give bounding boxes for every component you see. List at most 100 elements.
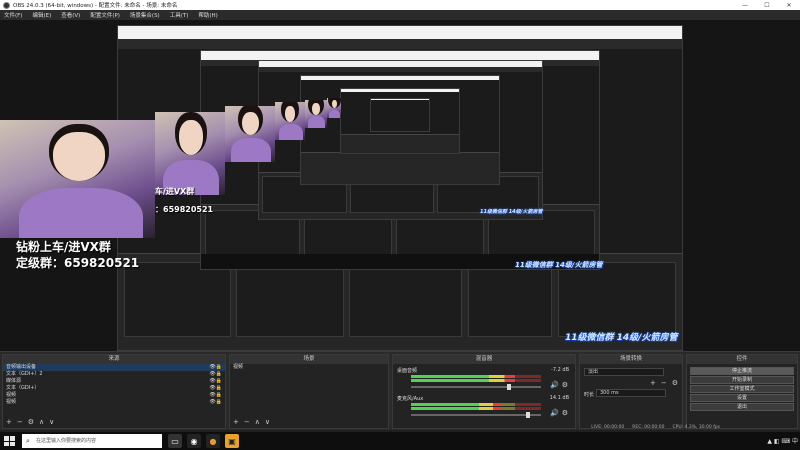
transitions-dock: 场景转换 淡出 + − ⚙ 时长 300 ms bbox=[579, 354, 683, 429]
mixer-channel-mic: 麦克风/Aux 14.1 dB 🔊 ⚙ bbox=[397, 395, 571, 423]
menu-scene-collection[interactable]: 场景集合(S) bbox=[130, 11, 160, 19]
overlay-text-line2: 定级群：659820521 bbox=[16, 256, 140, 270]
overlay-text-small1: 车/进VX群 bbox=[155, 187, 195, 196]
scenes-toolbar: + − ∧ ∨ bbox=[233, 418, 270, 426]
speaker-icon[interactable]: 🔊 bbox=[550, 409, 559, 417]
controls-dock: 控件 停止推流 开始录制 工作室模式 设置 退出 bbox=[686, 354, 798, 429]
speaker-icon[interactable]: 🔊 bbox=[550, 381, 559, 389]
status-items: LIVE: 00:00:00 REC: 00:00:00 CPU: 4.3%, … bbox=[591, 425, 720, 430]
source-item[interactable]: 文本（GDI+）2 👁🔒 bbox=[3, 371, 225, 378]
visibility-eye-icon[interactable]: 👁🔒 bbox=[209, 364, 222, 371]
transition-toolbar: + − ⚙ bbox=[650, 379, 678, 387]
windows-start-icon[interactable] bbox=[2, 435, 16, 447]
source-item[interactable]: 文本（GDI+） 👁🔒 bbox=[3, 385, 225, 392]
app-taskbar-icon[interactable]: ▣ bbox=[225, 434, 239, 448]
camera-feed-4 bbox=[275, 102, 305, 140]
menu-bar: 文件(F) 编辑(E) 查看(V) 配置文件(P) 场景集合(S) 工具(T) … bbox=[0, 10, 800, 20]
audio-meter bbox=[411, 407, 541, 410]
scenes-title: 场景 bbox=[230, 355, 388, 364]
camera-feed-5 bbox=[305, 100, 327, 128]
volume-slider[interactable] bbox=[411, 412, 541, 418]
remove-scene-button[interactable]: − bbox=[244, 418, 250, 426]
overlay-text-line1: 钻粉上车/进VX群 bbox=[16, 240, 111, 254]
source-item[interactable]: 媒体源 👁🔒 bbox=[3, 378, 225, 385]
task-view-icon[interactable]: ▭ bbox=[168, 434, 182, 448]
sources-title: 来源 bbox=[3, 355, 225, 364]
channel-gear-icon[interactable]: ⚙ bbox=[562, 409, 568, 417]
sources-toolbar: + − ⚙ ∧ ∨ bbox=[6, 418, 54, 426]
visibility-eye-icon[interactable]: 👁🔒 bbox=[209, 392, 222, 399]
nested-window-6 bbox=[370, 98, 430, 132]
source-item[interactable]: 音频输出设备 👁🔒 bbox=[3, 364, 225, 371]
duration-input[interactable]: 300 ms bbox=[596, 389, 666, 397]
menu-file[interactable]: 文件(F) bbox=[4, 11, 22, 19]
visibility-eye-icon[interactable]: 👁🔒 bbox=[209, 371, 222, 378]
banner-text-large: 11级微信群 14级/火箭房管 bbox=[565, 333, 678, 343]
obs-taskbar-icon[interactable]: ◉ bbox=[187, 434, 201, 448]
transitions-title: 场景转换 bbox=[580, 355, 682, 364]
scene-down-icon[interactable]: ∨ bbox=[265, 418, 270, 426]
visibility-eye-icon[interactable]: 👁🔒 bbox=[209, 399, 222, 406]
scenes-dock: 场景 视频 + − ∧ ∨ bbox=[229, 354, 389, 429]
banner-text-small: 11级微信群 14级/火箭房管 bbox=[480, 209, 543, 215]
scene-up-icon[interactable]: ∧ bbox=[255, 418, 260, 426]
menu-help[interactable]: 帮助(H) bbox=[198, 11, 217, 19]
mixer-title: 混音器 bbox=[393, 355, 575, 364]
scene-item[interactable]: 视频 bbox=[230, 364, 388, 371]
browser-taskbar-icon[interactable]: ● bbox=[206, 434, 220, 448]
dock-area: 来源 音频输出设备 👁🔒 文本（GDI+）2 👁🔒 媒体源 👁🔒 文本（GDI+） 👁🔒… bbox=[0, 351, 800, 430]
volume-slider[interactable] bbox=[411, 384, 541, 390]
mixer-channel-desktop: 桌面音频 -7.2 dB 🔊 ⚙ bbox=[397, 367, 571, 395]
mixer-dock: 混音器 桌面音频 -7.2 dB 🔊 ⚙ 麦克风/Aux 14.1 dB 🔊 ⚙ bbox=[392, 354, 576, 429]
rec-timer: REC: 00:00:00 bbox=[632, 425, 665, 430]
banner-text-medium: 11级微信群 14级/火箭房管 bbox=[515, 261, 603, 269]
duration-label: 时长 bbox=[584, 392, 595, 398]
system-tray[interactable]: ▲ ◧ ⌨ 中 bbox=[767, 436, 798, 445]
minimize-button[interactable]: — bbox=[734, 0, 756, 10]
transition-select[interactable]: 淡出 bbox=[584, 368, 664, 376]
camera-feed-1 bbox=[0, 120, 155, 238]
move-down-icon[interactable]: ∨ bbox=[49, 418, 54, 426]
maximize-button[interactable]: ☐ bbox=[756, 0, 778, 10]
window-title: OBS 24.0.3 (64-bit, windows) - 配置文件: 未命名… bbox=[13, 3, 178, 9]
menu-edit[interactable]: 编辑(E) bbox=[32, 11, 51, 19]
channel-gear-icon[interactable]: ⚙ bbox=[562, 381, 568, 389]
remove-source-button[interactable]: − bbox=[17, 418, 23, 426]
camera-feed-3 bbox=[225, 106, 275, 162]
cpu-usage: CPU: 4.3%, 30.00 fps bbox=[672, 425, 721, 430]
taskbar-search-input[interactable]: ⌕ 在这里输入你要搜索的内容 bbox=[22, 434, 162, 448]
window-titlebar: OBS 24.0.3 (64-bit, windows) - 配置文件: 未命名… bbox=[0, 0, 800, 10]
menu-view[interactable]: 查看(V) bbox=[61, 11, 80, 19]
transition-gear-icon[interactable]: ⚙ bbox=[672, 379, 678, 387]
channel-db: 14.1 dB bbox=[549, 395, 569, 401]
close-button[interactable]: ✕ bbox=[778, 0, 800, 10]
studio-mode-button[interactable]: 工作室模式 bbox=[690, 385, 794, 393]
windows-taskbar: ⌕ 在这里输入你要搜索的内容 ▭ ◉ ● ▣ ▲ ◧ ⌨ 中 bbox=[0, 432, 800, 450]
visibility-eye-icon[interactable]: 👁🔒 bbox=[209, 385, 222, 392]
start-recording-button[interactable]: 开始录制 bbox=[690, 376, 794, 384]
preview-canvas[interactable]: 钻粉上车/进VX群 定级群：659820521 车/进VX群 ：65982052… bbox=[0, 20, 800, 351]
add-transition-button[interactable]: + bbox=[650, 379, 656, 387]
source-item[interactable]: 视频 👁🔒 bbox=[3, 399, 225, 406]
add-source-button[interactable]: + bbox=[6, 418, 12, 426]
source-item[interactable]: 视频 👁🔒 bbox=[3, 392, 225, 399]
stop-streaming-button[interactable]: 停止推流 bbox=[690, 367, 794, 375]
move-up-icon[interactable]: ∧ bbox=[39, 418, 44, 426]
camera-feed-2 bbox=[155, 112, 225, 195]
exit-button[interactable]: 退出 bbox=[690, 403, 794, 411]
audio-meter bbox=[411, 379, 541, 382]
sources-dock: 来源 音频输出设备 👁🔒 文本（GDI+）2 👁🔒 媒体源 👁🔒 文本（GDI+） 👁🔒… bbox=[2, 354, 226, 429]
channel-name: 麦克风/Aux bbox=[397, 396, 424, 402]
remove-transition-button[interactable]: − bbox=[661, 379, 667, 387]
search-icon: ⌕ bbox=[26, 437, 30, 445]
source-settings-gear-icon[interactable]: ⚙ bbox=[28, 418, 34, 426]
add-scene-button[interactable]: + bbox=[233, 418, 239, 426]
menu-tools[interactable]: 工具(T) bbox=[170, 11, 189, 19]
settings-button[interactable]: 设置 bbox=[690, 394, 794, 402]
visibility-eye-icon[interactable]: 👁🔒 bbox=[209, 378, 222, 385]
audio-meter bbox=[411, 375, 541, 378]
audio-meter bbox=[411, 403, 541, 406]
channel-db: -7.2 dB bbox=[551, 367, 569, 373]
overlay-text-small2: ：659820521 bbox=[155, 205, 214, 214]
menu-profile[interactable]: 配置文件(P) bbox=[90, 11, 120, 19]
